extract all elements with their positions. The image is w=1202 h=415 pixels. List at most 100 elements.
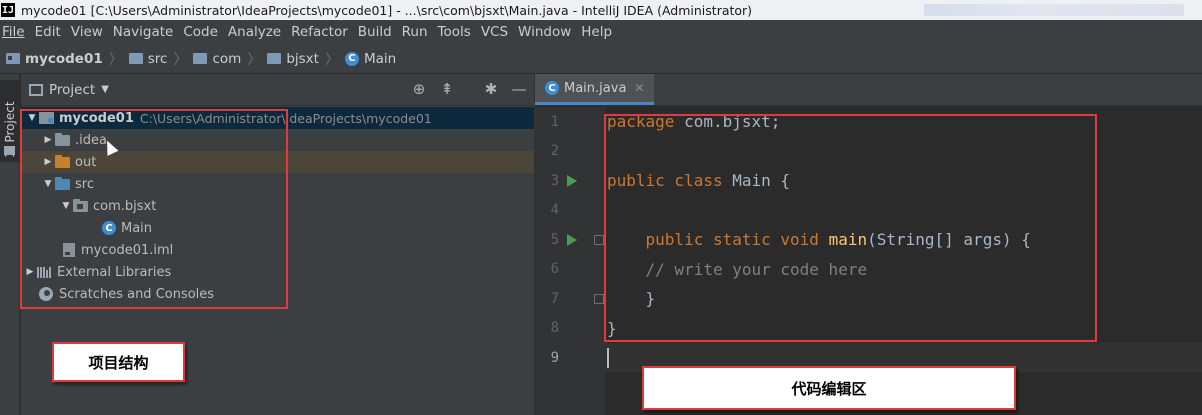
chevron-right-icon: 〉 xyxy=(173,51,188,68)
menu-file[interactable]: File xyxy=(2,24,25,40)
code-text: // write your code here xyxy=(645,259,868,279)
project-tree: ▼ mycode01 C:\Users\Administrator\IdeaPr… xyxy=(21,107,534,305)
line-number: 2 xyxy=(550,143,559,159)
tab-main-java[interactable]: C Main.java ✕ xyxy=(535,74,655,105)
code-text: } xyxy=(607,318,617,338)
line-number: 9 xyxy=(550,349,559,366)
breadcrumb-com[interactable]: com xyxy=(193,51,241,67)
menu-tools[interactable]: Tools xyxy=(438,24,471,40)
menu-code[interactable]: Code xyxy=(183,24,218,40)
editor-tabs: C Main.java ✕ xyxy=(535,74,1202,106)
package-icon xyxy=(267,53,282,64)
menu-view[interactable]: View xyxy=(71,24,103,40)
module-icon xyxy=(39,112,54,124)
tree-item-mycode01[interactable]: ▼ mycode01 C:\Users\Administrator\IdeaPr… xyxy=(21,107,534,129)
tree-item-scratches[interactable]: Scratches and Consoles xyxy=(21,283,534,305)
editor: C Main.java ✕ 1 package com.bjsxt; 2 3 publi… xyxy=(534,74,1202,415)
menu-build[interactable]: Build xyxy=(358,24,392,40)
code-text: package com.bjsxt; xyxy=(607,112,781,131)
menu-vcs[interactable]: VCS xyxy=(481,24,508,40)
chevron-right-icon: 〉 xyxy=(324,51,339,68)
iml-file-icon xyxy=(63,243,75,257)
run-icon[interactable] xyxy=(567,233,577,246)
tool-window-stripe: 1: Project xyxy=(0,74,20,415)
menu-window[interactable]: Window xyxy=(518,24,571,40)
breadcrumb-bjsxt[interactable]: bjsxt xyxy=(267,51,319,67)
tree-item-external-libraries[interactable]: ▶ External Libraries xyxy=(21,261,534,283)
text-caret xyxy=(607,347,609,368)
collapsed-arrow-icon[interactable]: ▶ xyxy=(41,135,55,145)
menu-navigate[interactable]: Navigate xyxy=(113,24,174,40)
close-icon[interactable]: ✕ xyxy=(634,81,644,95)
fold-icon[interactable] xyxy=(594,234,604,245)
breadcrumb-main[interactable]: C Main xyxy=(344,51,396,67)
code-line[interactable]: 1 package com.bjsxt; xyxy=(535,107,1202,136)
menu-refactor[interactable]: Refactor xyxy=(291,24,348,40)
tree-item-idea[interactable]: ▶ .idea xyxy=(21,129,534,151)
menu-edit[interactable]: Edit xyxy=(35,24,61,40)
code-line[interactable]: 5 public static void main(String[] args)… xyxy=(535,225,1202,254)
java-class-icon: C xyxy=(102,221,116,235)
folder-icon xyxy=(55,132,70,146)
menu-analyze[interactable]: Analyze xyxy=(228,24,281,40)
settings-icon[interactable]: ✱ xyxy=(482,80,500,98)
caret-down-icon[interactable]: ▼ xyxy=(101,84,109,95)
title-bar: IJ mycode01 [C:\Users\Administrator\Idea… xyxy=(0,0,1202,20)
package-icon xyxy=(73,198,88,212)
code-line[interactable]: 6 // write your code here xyxy=(535,255,1202,284)
menu-run[interactable]: Run xyxy=(402,24,428,40)
toolbar-divider xyxy=(466,80,472,98)
folder-icon xyxy=(4,146,15,155)
code-editor-label: 代码编辑区 xyxy=(642,366,1016,410)
tree-item-src[interactable]: ▼ src xyxy=(21,173,534,195)
project-structure-label: 项目结构 xyxy=(52,342,185,382)
code-text: public static void main(String[] args) { xyxy=(645,230,1031,249)
project-panel-toolbar: ⊕ ⇞ ✱ — xyxy=(410,80,528,98)
package-icon xyxy=(193,53,208,64)
line-number: 4 xyxy=(550,202,559,218)
chevron-right-icon: 〉 xyxy=(108,51,123,68)
expand-arrow-icon[interactable]: ▼ xyxy=(41,179,55,189)
collapsed-arrow-icon[interactable]: ▶ xyxy=(23,267,37,277)
scratches-icon xyxy=(39,287,53,301)
expand-arrow-icon[interactable]: ▼ xyxy=(25,113,39,123)
target-icon[interactable]: ⊕ xyxy=(410,80,428,98)
fold-icon[interactable] xyxy=(594,293,604,304)
code-text: } xyxy=(607,289,656,308)
code-line[interactable]: 7 } xyxy=(535,284,1202,313)
line-number: 6 xyxy=(550,261,559,277)
folder-icon xyxy=(128,53,143,64)
blurred-taskbar-area xyxy=(924,4,1184,16)
library-icon xyxy=(37,266,52,278)
hide-icon[interactable]: — xyxy=(510,80,528,98)
intellij-icon: IJ xyxy=(1,3,15,17)
code-text: public class Main { xyxy=(607,171,791,190)
code-line[interactable]: 2 xyxy=(535,137,1202,166)
java-class-icon: C xyxy=(545,81,559,95)
breadcrumb: mycode01 〉 src 〉 com 〉 bjsxt 〉 C Main xyxy=(0,44,1202,74)
project-view-selector[interactable]: Project xyxy=(49,82,95,98)
collapse-icon[interactable]: ⇞ xyxy=(438,80,456,98)
expand-arrow-icon[interactable]: ▼ xyxy=(59,201,73,211)
project-view-icon xyxy=(29,83,43,96)
chevron-right-icon: 〉 xyxy=(247,51,262,68)
tree-item-main[interactable]: C Main xyxy=(21,217,534,239)
module-icon xyxy=(6,53,20,64)
window-title: mycode01 [C:\Users\Administrator\IdeaPro… xyxy=(21,2,753,18)
code-line[interactable]: 8} xyxy=(535,314,1202,343)
line-number: 8 xyxy=(550,320,559,336)
line-number: 5 xyxy=(550,231,559,248)
tree-item-com-bjsxt[interactable]: ▼ com.bjsxt xyxy=(21,195,534,217)
code-line[interactable]: 3 public class Main { xyxy=(535,166,1202,195)
collapsed-arrow-icon[interactable]: ▶ xyxy=(41,157,55,167)
breadcrumb-project[interactable]: mycode01 xyxy=(6,51,103,67)
code-line[interactable]: 4 xyxy=(535,196,1202,225)
breadcrumb-src[interactable]: src xyxy=(128,51,167,67)
source-folder-icon xyxy=(55,176,70,190)
tree-item-iml[interactable]: mycode01.iml xyxy=(21,239,534,261)
line-number: 3 xyxy=(550,172,559,189)
menu-help[interactable]: Help xyxy=(581,24,612,40)
run-icon[interactable] xyxy=(567,174,577,187)
tree-item-out[interactable]: ▶ out xyxy=(21,151,534,173)
excluded-folder-icon xyxy=(55,154,70,168)
